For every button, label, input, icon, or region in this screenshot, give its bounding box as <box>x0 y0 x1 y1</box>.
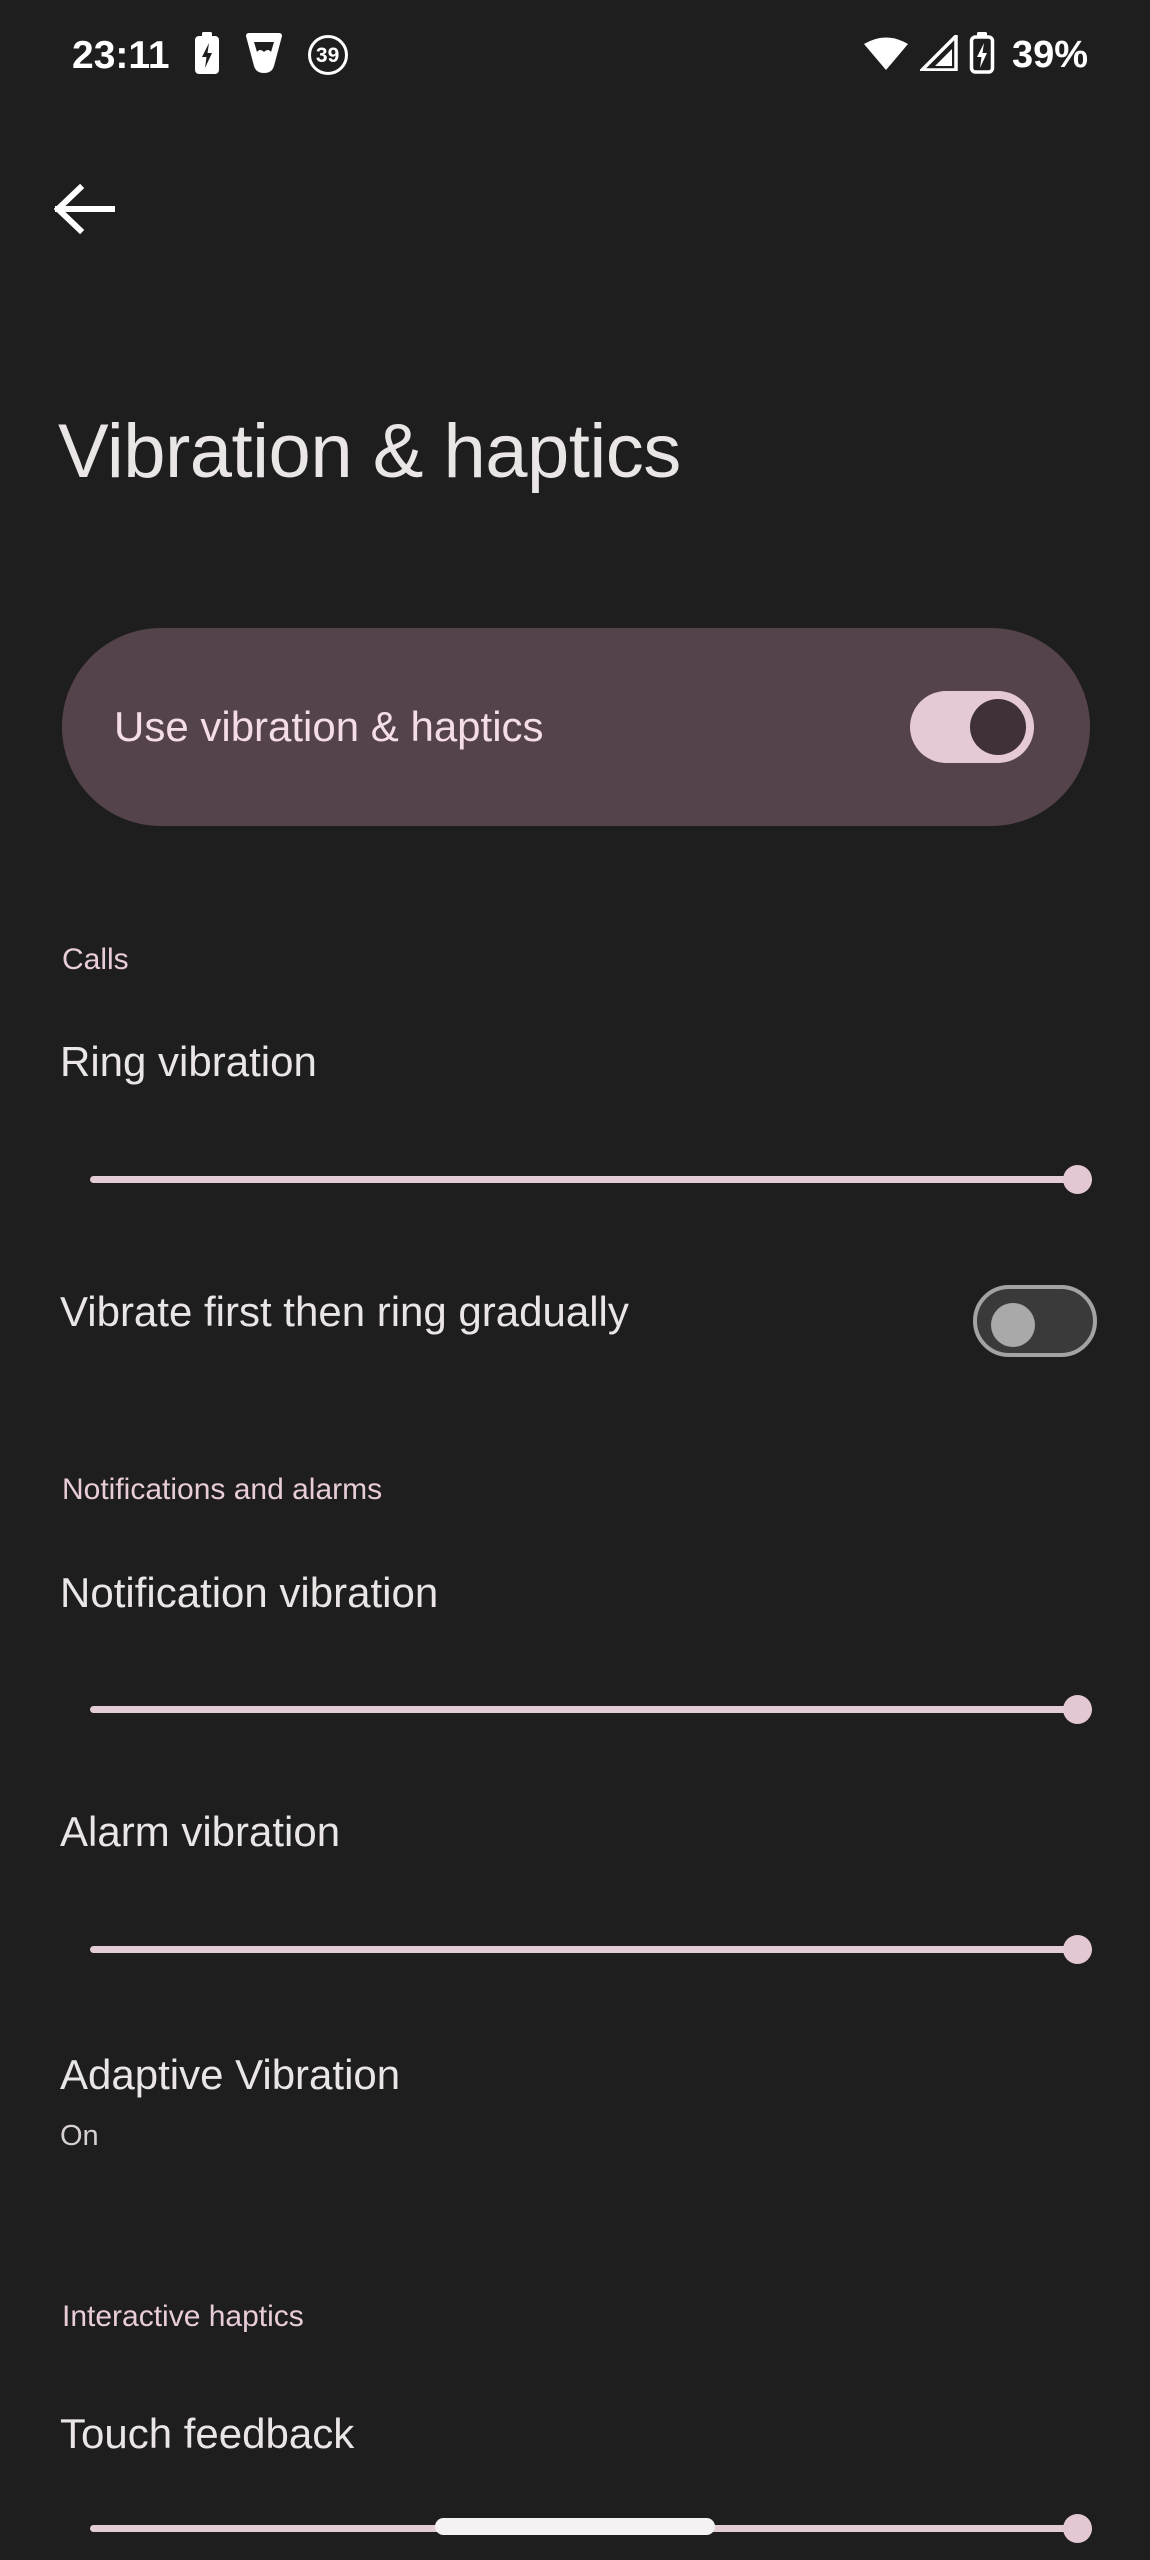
slider-alarm-vibration[interactable] <box>90 1934 1092 1964</box>
page-title: Vibration & haptics <box>58 409 681 494</box>
slider-thumb[interactable] <box>1063 1695 1092 1724</box>
slider-track <box>90 1946 1092 1953</box>
row-title-alarm-vibration: Alarm vibration <box>60 1808 341 1855</box>
cellular-signal-icon <box>917 31 958 76</box>
switch-knob <box>991 1303 1035 1347</box>
slider-track <box>90 1176 1092 1183</box>
use-vibration-haptics-card[interactable]: Use vibration & haptics <box>62 628 1090 826</box>
slider-thumb[interactable] <box>1063 2514 1092 2543</box>
battery-charging-icon <box>194 31 220 79</box>
status-bar-right: 39% <box>863 31 1088 79</box>
vibrate-first-then-ring-switch[interactable] <box>973 1285 1097 1357</box>
battery-charging-icon <box>969 31 995 79</box>
row-title-adaptive-vibration[interactable]: Adaptive Vibration <box>60 2051 400 2099</box>
slider-thumb[interactable] <box>1063 1935 1092 1964</box>
row-title-touch-feedback: Touch feedback <box>60 2410 355 2457</box>
row-subtitle-adaptive-vibration: On <box>60 2120 99 2152</box>
section-header-notifications-and-alarms: Notifications and alarms <box>62 1473 383 1506</box>
row-title-ring-vibration: Ring vibration <box>60 1038 317 1085</box>
status-time: 23:11 <box>72 33 170 77</box>
row-title-vibrate-first-then-ring: Vibrate first then ring gradually <box>60 1288 629 1335</box>
section-header-interactive-haptics: Interactive haptics <box>62 2300 304 2333</box>
slider-thumb[interactable] <box>1063 1165 1092 1194</box>
status-bar-left: 23:11 39 <box>72 31 348 79</box>
slider-notification-vibration[interactable] <box>90 1694 1092 1724</box>
gesture-navigation-pill[interactable] <box>435 2518 715 2535</box>
slider-ring-vibration[interactable] <box>90 1164 1092 1194</box>
switch-knob <box>970 699 1026 755</box>
battery-countdown-icon: 39 <box>307 35 348 75</box>
battery-percent-label: 39% <box>1011 34 1088 76</box>
wifi-icon <box>863 35 909 76</box>
slider-track <box>90 1706 1092 1713</box>
status-bar: 23:11 39 39% <box>0 0 1150 110</box>
settings-screen: 23:11 39 39% Vibration & haptics Use vib… <box>0 0 1150 2560</box>
section-header-calls: Calls <box>62 943 129 976</box>
back-button[interactable] <box>42 168 128 254</box>
use-vibration-haptics-label: Use vibration & haptics <box>114 703 544 750</box>
row-title-notification-vibration: Notification vibration <box>60 1569 439 1616</box>
use-vibration-haptics-switch[interactable] <box>910 691 1034 763</box>
shield-icon <box>244 32 284 79</box>
arrow-left-icon <box>53 183 116 239</box>
